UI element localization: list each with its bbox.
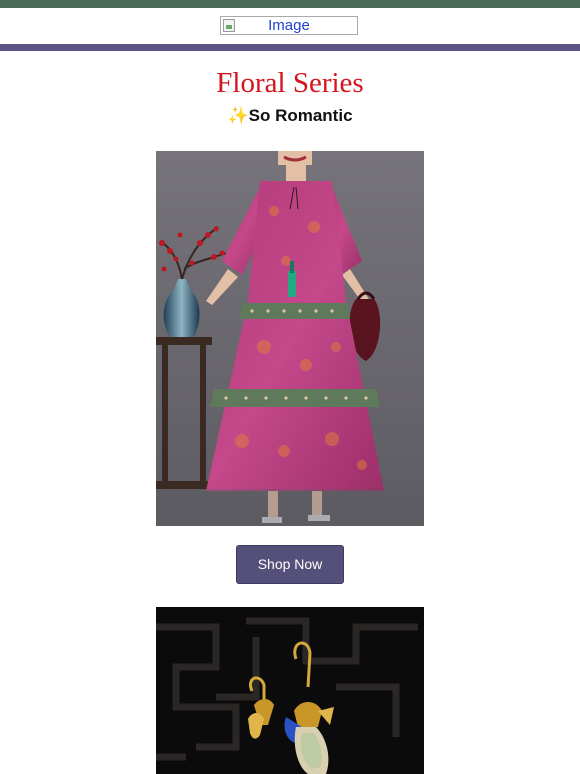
top-accent-bar (0, 0, 580, 8)
earrings-product-image[interactable] (156, 607, 424, 774)
header-logo-image[interactable]: Image (220, 16, 358, 35)
shop-now-button[interactable]: Shop Now (236, 545, 344, 584)
header-divider (0, 44, 580, 51)
logo-alt-text: Image (268, 17, 310, 34)
floral-dress-product-image[interactable] (156, 151, 424, 526)
page-title: Floral Series (216, 67, 364, 99)
page-subtitle: ✨So Romantic (227, 106, 353, 125)
